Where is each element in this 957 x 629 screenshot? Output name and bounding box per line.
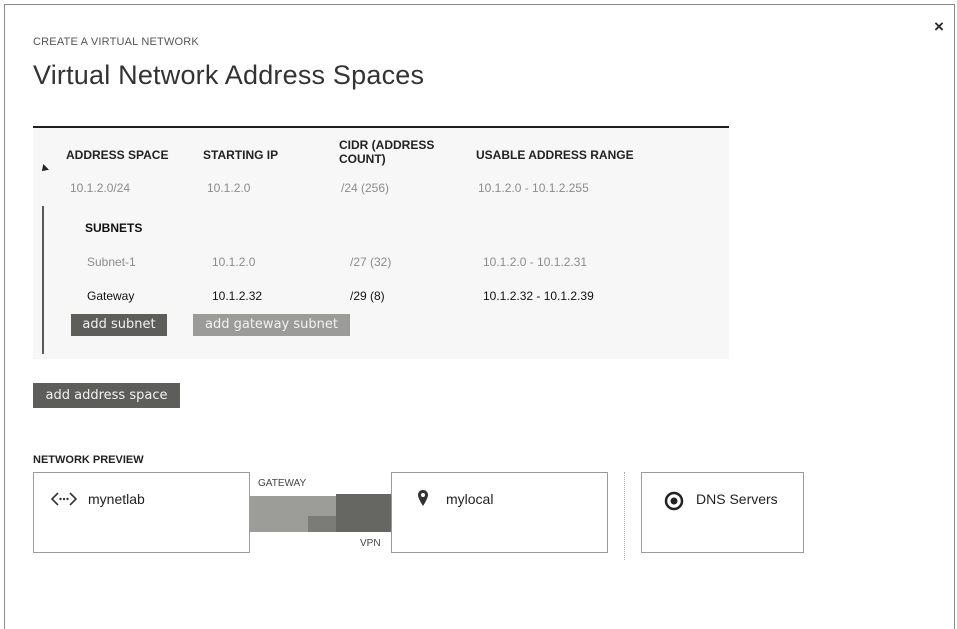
virtual-network-name: mynetlab [88, 491, 145, 507]
subnet-cidr[interactable]: /27 (32) [350, 255, 391, 269]
subnet-group-line [42, 206, 44, 354]
add-subnet-button[interactable]: add subnet [71, 314, 167, 336]
location-pin-icon [418, 490, 428, 506]
vpn-label: VPN [360, 538, 381, 549]
dns-target-icon [664, 491, 684, 511]
gateway-subnet-starting-ip[interactable]: 10.1.2.32 [212, 289, 262, 303]
subnets-header: SUBNETS [85, 221, 143, 235]
gateway-label: GATEWAY [258, 478, 307, 489]
address-space-usable-range: 10.1.2.0 - 10.1.2.255 [478, 181, 589, 195]
network-preview-label: NETWORK PREVIEW [33, 454, 144, 466]
preview-separator [624, 472, 625, 560]
close-button[interactable]: × [934, 18, 944, 35]
address-space-value[interactable]: 10.1.2.0/24 [70, 181, 130, 195]
vpn-connection-band [336, 494, 392, 532]
network-brackets-icon [51, 492, 77, 506]
page-title: Virtual Network Address Spaces [33, 60, 425, 90]
dns-servers-label: DNS Servers [696, 491, 778, 507]
subnet-name[interactable]: Subnet-1 [87, 255, 136, 269]
address-space-cidr[interactable]: /24 (256) [341, 181, 389, 195]
add-address-space-button[interactable]: add address space [33, 383, 180, 408]
add-gateway-subnet-button[interactable]: add gateway subnet [193, 314, 350, 336]
local-network-card: mylocal [391, 472, 608, 553]
column-header-starting-ip: STARTING IP [203, 148, 279, 162]
wizard-step-label: CREATE A VIRTUAL NETWORK [33, 36, 199, 48]
address-space-starting-ip[interactable]: 10.1.2.0 [207, 181, 250, 195]
expand-triangle-icon[interactable] [39, 164, 49, 174]
subnet-usable-range: 10.1.2.0 - 10.1.2.31 [483, 255, 588, 269]
gateway-subnet-cidr[interactable]: /29 (8) [350, 289, 385, 303]
column-header-usable-range: USABLE ADDRESS RANGE [476, 148, 634, 162]
column-header-cidr: CIDR (ADDRESS COUNT) [339, 138, 435, 166]
virtual-network-card: mynetlab [33, 472, 250, 553]
subnet-starting-ip[interactable]: 10.1.2.0 [212, 255, 255, 269]
dns-servers-card: DNS Servers [641, 472, 804, 553]
local-network-name: mylocal [446, 491, 494, 507]
address-space-panel: ADDRESS SPACE STARTING IP CIDR (ADDRESS … [33, 126, 729, 359]
gateway-subnet-usable-range: 10.1.2.32 - 10.1.2.39 [483, 289, 594, 303]
gateway-subnet-name: Gateway [87, 289, 135, 303]
column-header-address-space: ADDRESS SPACE [66, 148, 169, 162]
